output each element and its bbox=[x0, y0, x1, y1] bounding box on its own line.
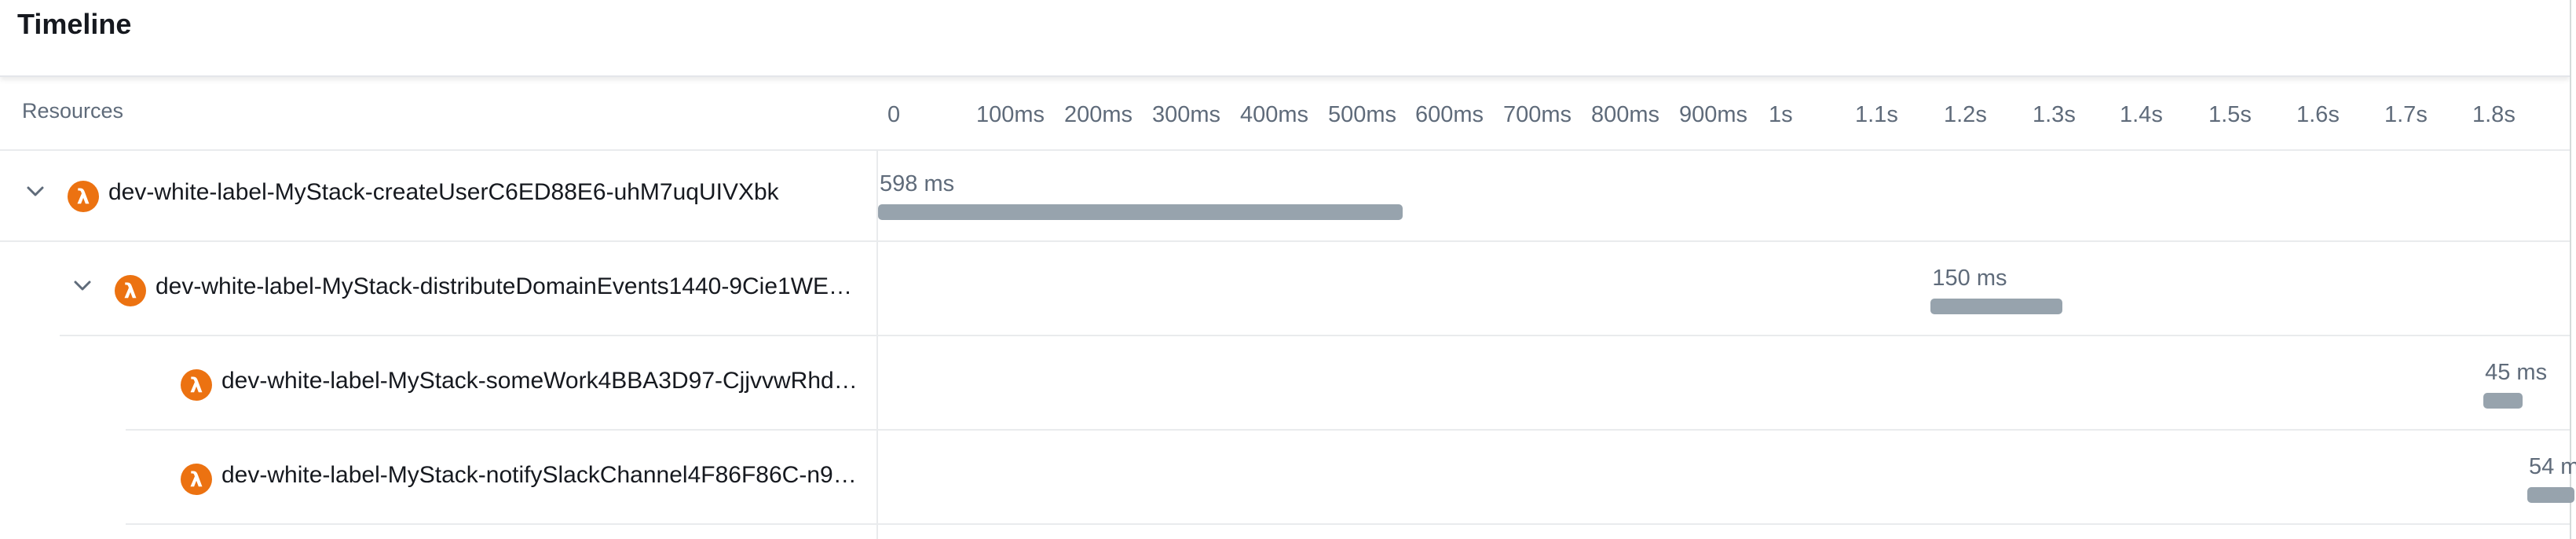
duration-bar[interactable] bbox=[1930, 299, 2062, 314]
time-tick: 100ms bbox=[976, 102, 1045, 127]
svg-text:λ: λ bbox=[190, 468, 203, 492]
lambda-icon: λ bbox=[181, 369, 212, 401]
time-tick: 400ms bbox=[1240, 102, 1309, 127]
time-tick: 800ms bbox=[1591, 102, 1660, 127]
duration-label: 45 ms bbox=[2485, 360, 2548, 385]
timeline-row[interactable]: λ dev-white-label-MyStack-distributeDomai… bbox=[0, 244, 2570, 336]
lambda-icon: λ bbox=[181, 464, 212, 495]
time-tick: 1.5s bbox=[2208, 102, 2252, 127]
resource-name[interactable]: dev-white-label-MyStack-distributeDomain… bbox=[156, 273, 864, 300]
panel-header: Timeline bbox=[0, 0, 2570, 77]
time-tick: 1.8s bbox=[2472, 102, 2516, 127]
lambda-icon: λ bbox=[115, 275, 146, 306]
duration-bar[interactable] bbox=[878, 204, 1403, 220]
resources-column-header: Resources bbox=[22, 99, 124, 123]
svg-text:λ: λ bbox=[124, 280, 137, 303]
timeline-row[interactable]: λ dev-white-label-MyStack-notifySlackChan… bbox=[0, 432, 2576, 525]
chevron-down-icon[interactable] bbox=[25, 181, 46, 201]
panel-title: Timeline bbox=[17, 8, 132, 40]
duration-bar[interactable] bbox=[2527, 487, 2575, 503]
time-tick: 0 bbox=[887, 102, 901, 127]
time-tick: 1.1s bbox=[1855, 102, 1898, 127]
time-tick: 500ms bbox=[1328, 102, 1397, 127]
chevron-down-icon[interactable] bbox=[72, 275, 93, 295]
time-tick: 1.7s bbox=[2384, 102, 2428, 127]
resource-name[interactable]: dev-white-label-MyStack-createUserC6ED88… bbox=[108, 179, 864, 206]
column-divider[interactable] bbox=[876, 149, 878, 539]
timeline-row[interactable]: λ dev-white-label-MyStack-createUserC6ED8… bbox=[0, 149, 2570, 242]
lambda-icon: λ bbox=[68, 181, 99, 212]
time-tick: 1.6s bbox=[2296, 102, 2340, 127]
row-divider bbox=[0, 240, 2570, 242]
timeline-row[interactable]: λ dev-white-label-MyStack-someWork4BBA3D9… bbox=[0, 338, 2570, 431]
row-divider bbox=[126, 429, 2570, 431]
duration-bar[interactable] bbox=[2483, 393, 2523, 409]
time-tick: 700ms bbox=[1503, 102, 1572, 127]
duration-label: 150 ms bbox=[1932, 266, 2007, 291]
resource-name[interactable]: dev-white-label-MyStack-notifySlackChann… bbox=[221, 462, 864, 489]
duration-label: 598 ms bbox=[880, 171, 955, 196]
time-tick: 900ms bbox=[1679, 102, 1748, 127]
time-tick: 1s bbox=[1769, 102, 1793, 127]
duration-label: 54 ms bbox=[2528, 454, 2576, 479]
time-tick: 300ms bbox=[1152, 102, 1221, 127]
time-tick: 1.3s bbox=[2033, 102, 2076, 127]
row-divider bbox=[60, 335, 2570, 336]
row-divider bbox=[126, 523, 2570, 525]
resource-name[interactable]: dev-white-label-MyStack-someWork4BBA3D97… bbox=[221, 368, 864, 394]
time-tick: 1.4s bbox=[2120, 102, 2163, 127]
svg-text:λ: λ bbox=[77, 185, 90, 209]
time-tick: 1.2s bbox=[1944, 102, 1987, 127]
svg-text:λ: λ bbox=[190, 374, 203, 398]
timeline-header: Resources 0 100ms 200ms 300ms 400ms 500ms 600m… bbox=[0, 77, 2570, 151]
time-tick: 600ms bbox=[1415, 102, 1484, 127]
time-tick: 200ms bbox=[1064, 102, 1133, 127]
